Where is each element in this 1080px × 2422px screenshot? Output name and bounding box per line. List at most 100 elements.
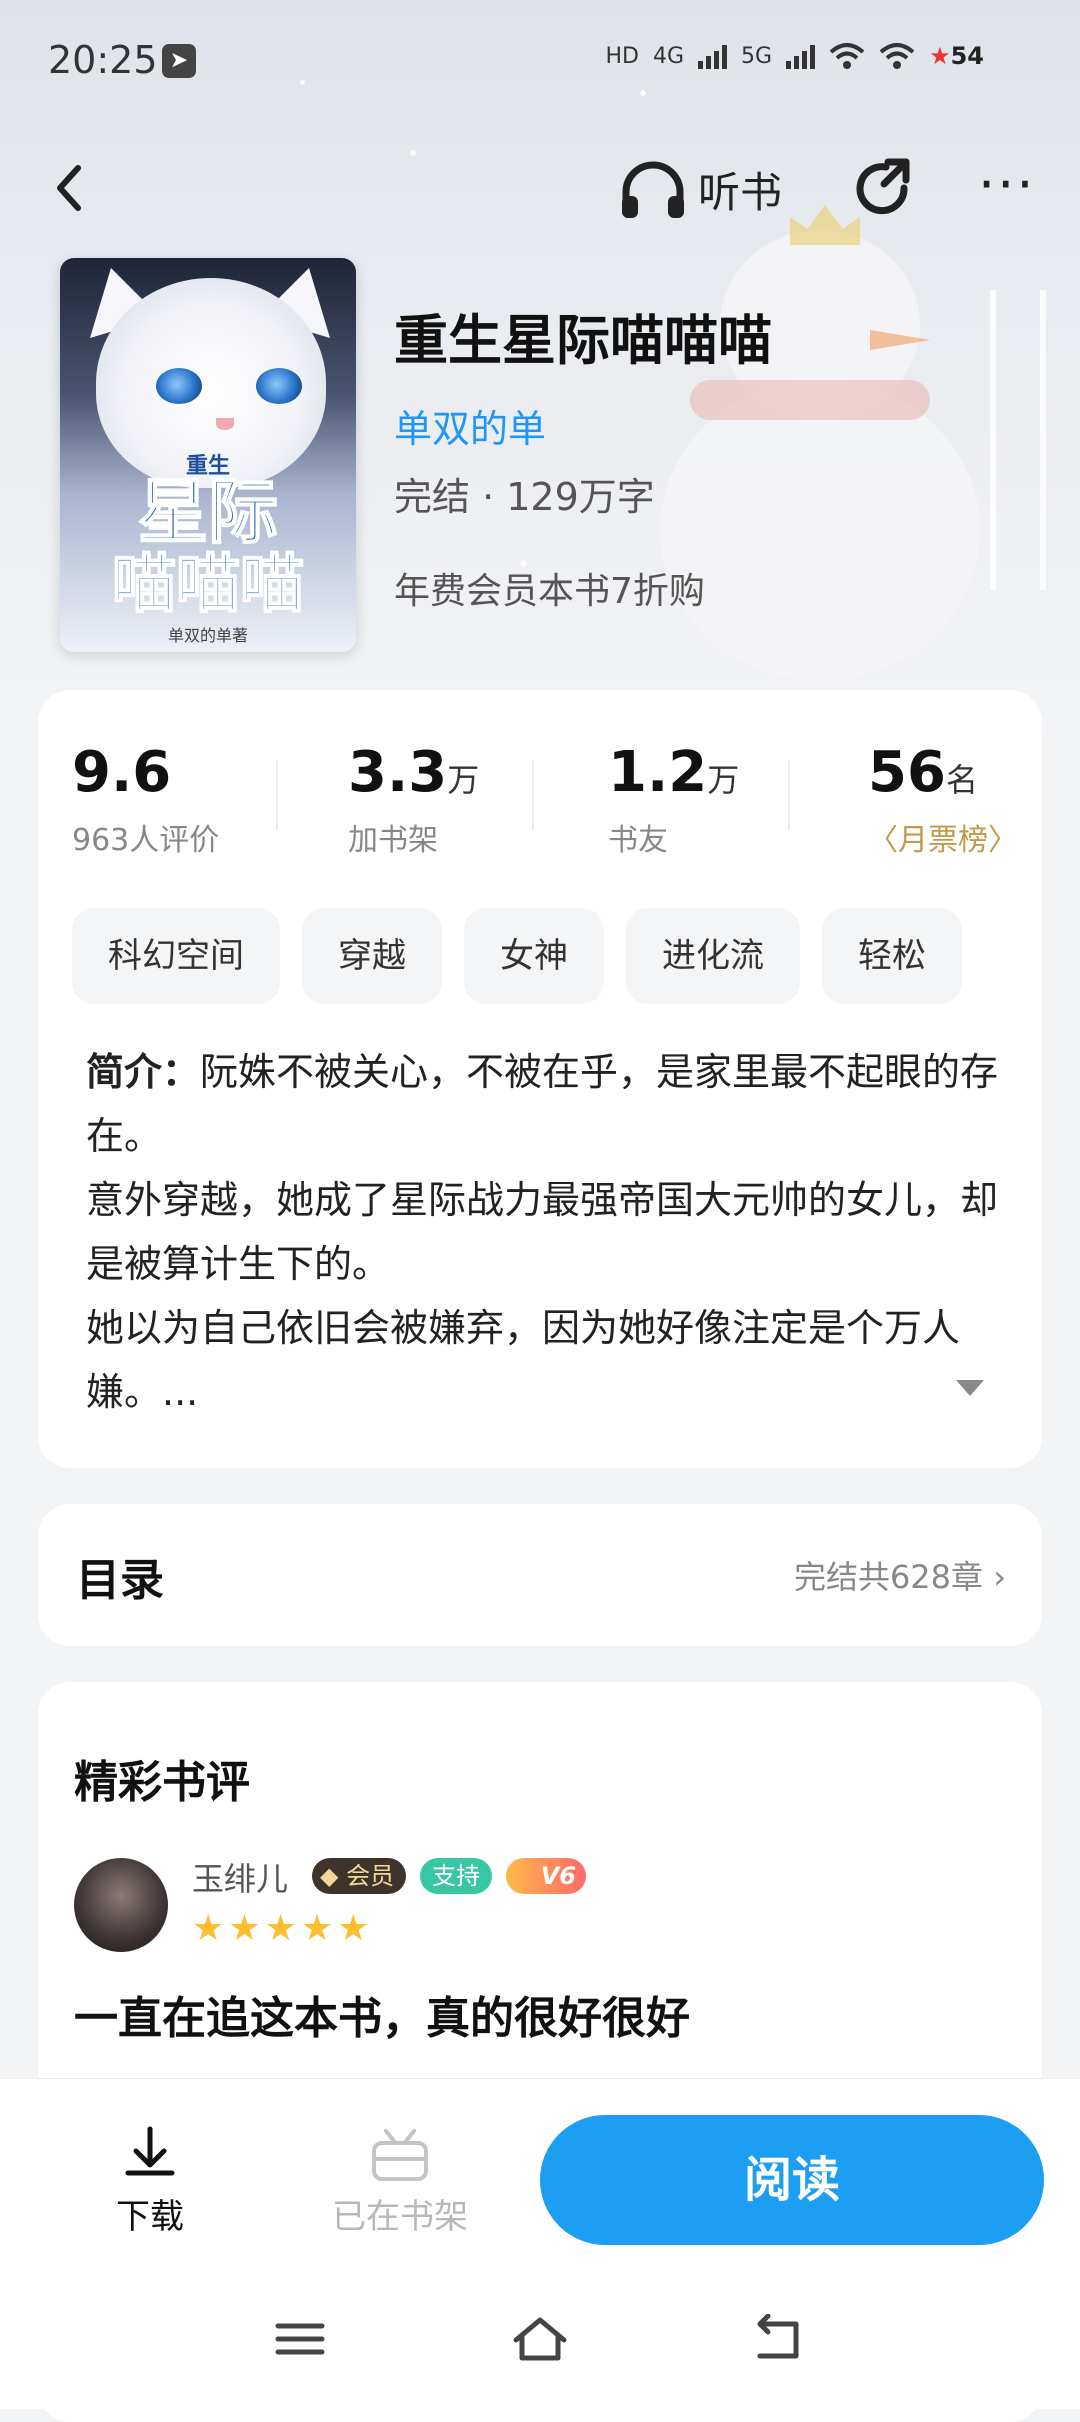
bookshelf-icon (372, 2129, 428, 2181)
intro-label: 简介： (86, 1050, 201, 1094)
review-section-title: 精彩书评 (74, 1757, 250, 1808)
stat-shelf-label: 加书架 (348, 823, 438, 858)
book-cover[interactable]: 重生 星际 喵喵喵 单双的单著 (60, 258, 356, 652)
cover-title-line2: 喵喵喵 (111, 547, 305, 623)
intro-line1-wrap: 简介：阮姝不被关心，不被在乎，是家里最不起眼的存在。 (86, 1040, 1016, 1168)
on-shelf-label: 已在书架 (332, 2197, 468, 2237)
status-bar: 20:25 ➤ HD 4G 5G ★54 (0, 0, 1080, 120)
stat-rank-label: 〈月票榜〉 (868, 815, 1018, 859)
signal-4g-icon (698, 43, 728, 69)
toc-title: 目录 (76, 1555, 164, 1606)
download-icon (125, 2126, 175, 2176)
stat-rank[interactable]: 56名 〈月票榜〉 (868, 740, 1018, 859)
status-icons: HD 4G 5G ★54 (606, 42, 985, 70)
tag-list: 科幻空间 穿越 女神 进化流 轻松 (72, 908, 962, 1004)
hd-icon: HD (605, 43, 639, 69)
book-author-link[interactable]: 单双的单 (394, 398, 546, 453)
stat-friends-number: 1.2 (608, 740, 708, 805)
read-button[interactable]: 阅读 (540, 2115, 1044, 2245)
cover-author-sign: 单双的单著 (167, 626, 248, 645)
chevron-right-icon: › (993, 1558, 1006, 1596)
cat-eye-right (256, 368, 302, 404)
stat-rating-number: 9.6 (72, 740, 172, 805)
stat-friends-unit: 万 (707, 761, 740, 799)
level-badge: V6 (506, 1858, 586, 1894)
support-badge: 支持 (420, 1858, 492, 1894)
toc-info: 完结共628章 › (794, 1552, 1006, 1598)
member-promo[interactable]: 年费会员本书7折购 (394, 562, 705, 614)
wifi-icon (829, 43, 865, 69)
5g-label: 5G (741, 43, 773, 69)
divider (276, 760, 278, 830)
stat-rating-value: 9.6 (72, 740, 219, 805)
signal-5g-icon (786, 43, 816, 69)
review-text[interactable]: 一直在追这本书，真的很好很好 (74, 1982, 690, 2046)
stat-friends[interactable]: 1.2万 书友 (608, 740, 739, 859)
book-meta: 完结 · 129万字 (394, 475, 655, 519)
toc-card[interactable]: 目录 完结共628章 › (38, 1504, 1042, 1646)
download-label: 下载 (116, 2197, 184, 2237)
tag-item[interactable]: 轻松 (822, 908, 962, 1004)
stat-shelf[interactable]: 3.3万 加书架 (348, 740, 479, 859)
battery-star-icon: ★ (929, 42, 951, 70)
stat-shelf-number: 3.3 (348, 740, 448, 805)
tag-item[interactable]: 进化流 (626, 908, 800, 1004)
stat-rank-unit: 名 (945, 761, 978, 799)
rating-stars: ★★★★★ (192, 1908, 374, 1949)
battery-level: ★54 (929, 42, 984, 70)
snowman-nose-illustration (870, 330, 930, 350)
stat-rank-number: 56 (868, 740, 946, 805)
telegram-icon: ➤ (162, 44, 196, 78)
avatar[interactable] (74, 1858, 168, 1952)
ladder-illustration (990, 290, 1046, 590)
download-button[interactable]: 下载 (110, 2125, 190, 2238)
snowman-scarf-illustration (690, 380, 930, 420)
home-icon[interactable] (510, 2314, 570, 2364)
system-nav-bar (0, 2272, 1080, 2408)
tag-item[interactable]: 穿越 (302, 908, 442, 1004)
intro-line1: 阮姝不被关心，不被在乎，是家里最不起眼的存在。 (86, 1050, 999, 1158)
stat-friends-value: 1.2万 (608, 740, 739, 805)
headphones-icon (622, 161, 684, 218)
share-icon[interactable] (848, 154, 918, 224)
more-icon[interactable]: ··· (978, 158, 1036, 212)
listen-label: 听书 (698, 167, 783, 217)
expand-icon[interactable] (956, 1380, 984, 1396)
chevron-left-icon[interactable] (40, 158, 100, 218)
stat-shelf-unit: 万 (447, 761, 480, 799)
stat-shelf-value: 3.3万 (348, 740, 479, 805)
status-time: 20:25 (48, 38, 158, 82)
divider (788, 760, 790, 830)
on-shelf-button[interactable]: 已在书架 (320, 2125, 480, 2238)
stat-rank-value: 56名 (868, 740, 1018, 805)
cat-nose (216, 418, 234, 430)
divider (532, 760, 534, 830)
stat-friends-label: 书友 (608, 823, 668, 858)
member-badge-icon: ◆ (320, 1862, 347, 1890)
intro-line2: 意外穿越，她成了星际战力最强帝国大元帅的女儿，却是被算计生下的。 (86, 1178, 999, 1286)
reviewer-name[interactable]: 玉绯儿 (192, 1854, 288, 1900)
snowman-illustration (660, 380, 980, 680)
laurel-right-icon: 〉 (988, 823, 1018, 858)
book-intro[interactable]: 简介：阮姝不被关心，不被在乎，是家里最不起眼的存在。 意外穿越，她成了星际战力最… (86, 1040, 1016, 1424)
cat-eye-left (156, 368, 202, 404)
tag-item[interactable]: 女神 (464, 908, 604, 1004)
laurel-left-icon: 〈 (868, 823, 898, 858)
book-title: 重生星际喵喵喵 (394, 309, 772, 372)
stat-rank-label-text: 月票榜 (898, 823, 988, 858)
4g-label: 4G (652, 43, 685, 69)
menu-icon[interactable] (270, 2314, 330, 2364)
stat-rating-label: 963人评价 (72, 823, 220, 858)
cover-title-line1: 星际 (137, 470, 279, 553)
member-badge: ◆ 会员 (312, 1858, 407, 1894)
wifi-icon-2 (879, 43, 915, 69)
battery-value: 54 (950, 42, 984, 70)
listen-button[interactable]: 听书 (618, 158, 782, 220)
member-badge-label: 会员 (346, 1862, 395, 1890)
tag-item[interactable]: 科幻空间 (72, 908, 280, 1004)
book-info-card: 9.6 963人评价 3.3万 加书架 1.2万 书友 56名 〈月票榜〉 科幻… (38, 690, 1042, 1468)
stat-rating[interactable]: 9.6 963人评价 (72, 740, 219, 859)
top-nav: 听书 ··· (0, 140, 1080, 240)
toc-chapter-count: 完结共628章 (793, 1558, 984, 1596)
back-nav-icon[interactable] (750, 2314, 810, 2364)
